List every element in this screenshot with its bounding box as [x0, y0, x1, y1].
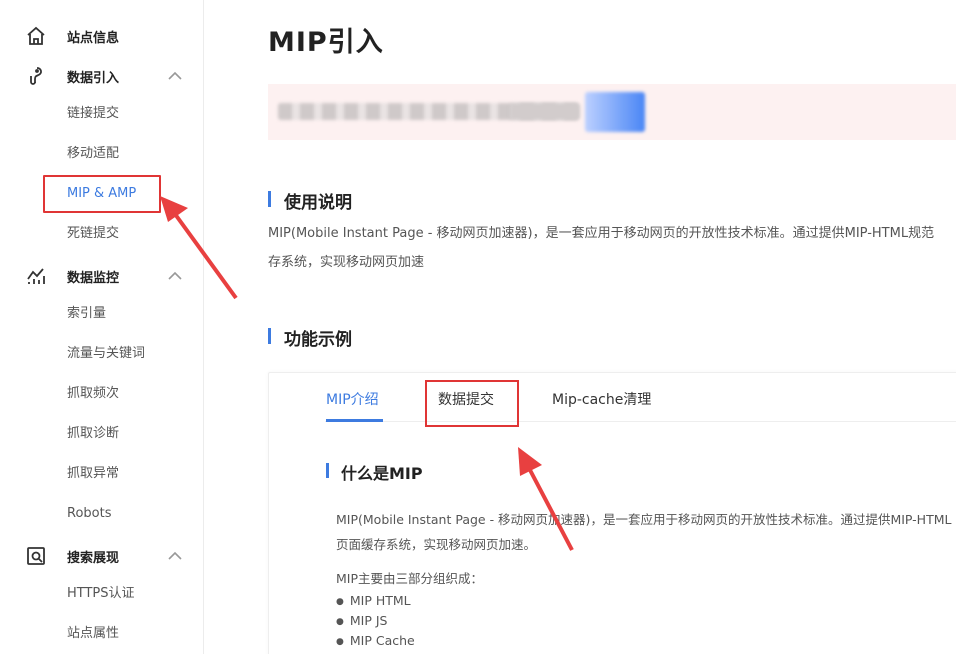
usage-text-line: MIP(Mobile Instant Page - 移动网页加速器)，是一套应用… — [268, 226, 935, 241]
sidebar-group-data-monitor[interactable]: 数据监控 — [0, 256, 204, 296]
sidebar-item-crawl-freq[interactable]: 抓取频次 — [67, 382, 119, 406]
section-title-feature: 功能示例 — [268, 325, 352, 350]
tab-mip-intro[interactable]: MIP介绍 — [326, 389, 379, 409]
sidebar-group-label: 搜索展现 — [67, 550, 120, 566]
sidebar-item-site-props[interactable]: 站点属性 — [67, 622, 119, 646]
sidebar: 站点信息 数据引入 链接提交 移动适配 MIP & AMP 死链提交 数据监控 … — [0, 0, 204, 654]
tab-mip-cache-clear[interactable]: Mip-cache清理 — [552, 389, 651, 409]
home-icon — [27, 26, 45, 45]
subsection-title-what-is-mip: 什么是MIP — [326, 460, 423, 484]
usage-text-line: 存系统，实现移动网页加速 — [268, 255, 425, 270]
list-item: MIP HTML — [336, 591, 415, 611]
sidebar-item-traffic[interactable]: 流量与关键词 — [67, 342, 145, 366]
sidebar-item-https[interactable]: HTTPS认证 — [67, 582, 135, 606]
sidebar-group-site-info[interactable]: 站点信息 — [0, 16, 204, 56]
sidebar-group-label: 数据引入 — [67, 70, 120, 86]
sidebar-group-data-import[interactable]: 数据引入 — [0, 56, 204, 96]
chart-icon — [27, 268, 45, 284]
chevron-up-icon[interactable] — [166, 547, 184, 565]
sidebar-item-link-submit[interactable]: 链接提交 — [67, 102, 119, 126]
redacted-link — [585, 92, 645, 132]
list-item: MIP JS — [336, 611, 415, 631]
data-import-icon — [30, 67, 42, 85]
redacted-text — [510, 103, 580, 120]
sidebar-item-robots[interactable]: Robots — [67, 502, 111, 526]
search-display-icon — [27, 547, 45, 565]
annotation-box-data-submit — [425, 380, 519, 427]
tabs-divider — [325, 421, 956, 422]
section-title-usage: 使用说明 — [268, 188, 352, 213]
sidebar-item-crawl-error[interactable]: 抓取异常 — [67, 462, 119, 486]
sidebar-item-mobile-adapt[interactable]: 移动适配 — [67, 142, 119, 166]
list-item: MIP Cache — [336, 631, 415, 651]
parts-list: MIP HTML MIP JS MIP Cache — [336, 591, 415, 651]
parts-intro: MIP主要由三部分组织成： — [336, 571, 484, 586]
sidebar-item-crawl-diagnose[interactable]: 抓取诊断 — [67, 422, 119, 446]
sidebar-item-dead-link[interactable]: 死链提交 — [67, 222, 119, 246]
intro-text-line: 页面缓存系统，实现移动网页加速。 — [336, 537, 537, 552]
sidebar-group-label: 数据监控 — [67, 270, 120, 286]
active-tab-indicator — [326, 419, 383, 422]
sidebar-group-search-display[interactable]: 搜索展现 — [0, 536, 204, 576]
chevron-up-icon[interactable] — [166, 67, 184, 85]
annotation-box-mip-amp — [43, 175, 161, 213]
sidebar-group-label: 站点信息 — [67, 30, 120, 46]
page-title: MIP引入 — [268, 27, 384, 58]
sidebar-item-index[interactable]: 索引量 — [67, 302, 106, 326]
chevron-up-icon[interactable] — [166, 267, 184, 285]
